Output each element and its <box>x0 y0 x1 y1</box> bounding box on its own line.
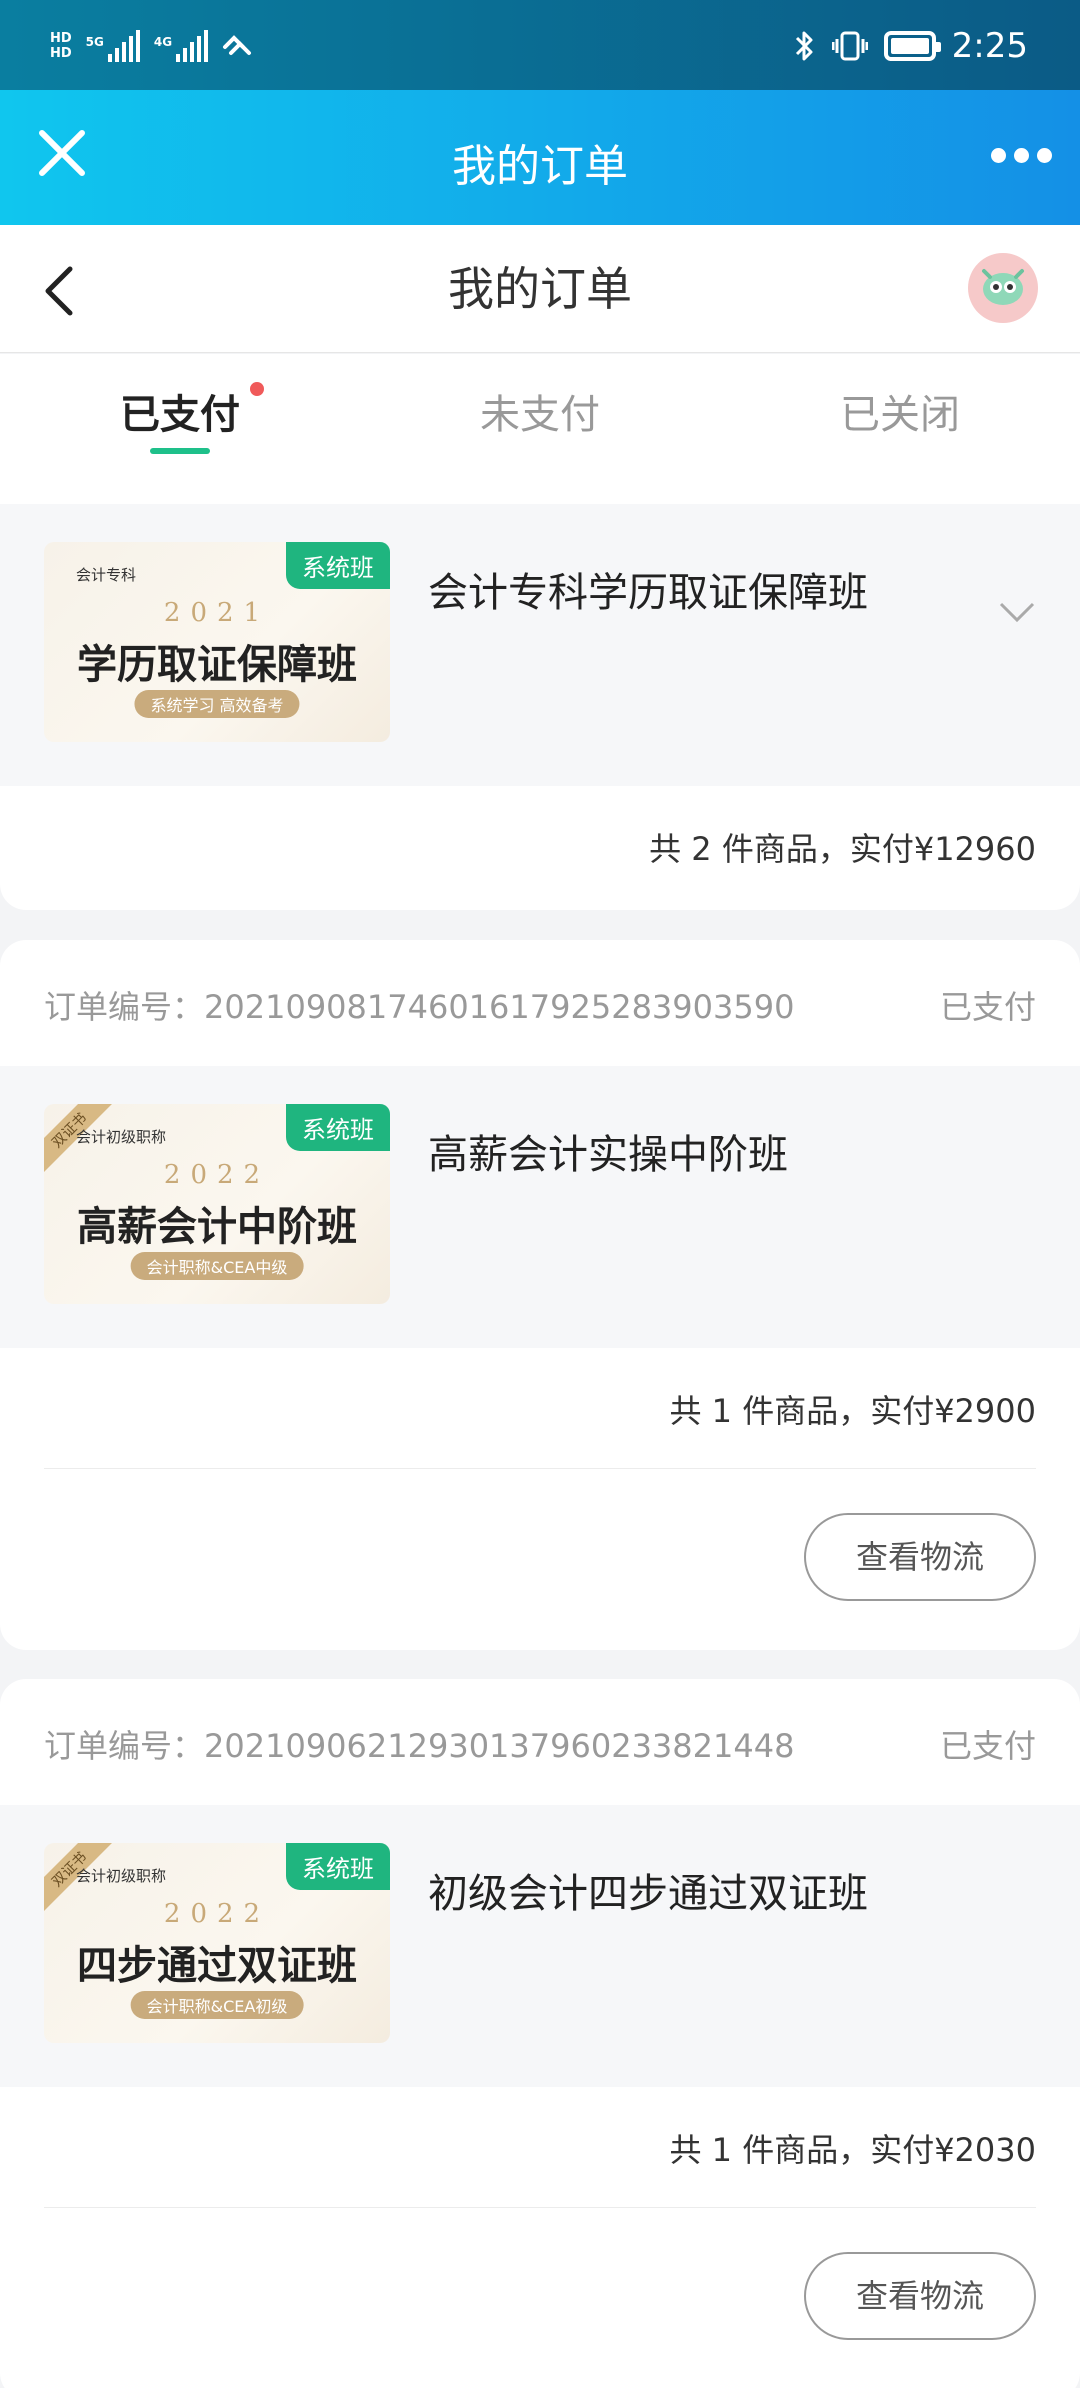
signal-bars-icon <box>107 30 140 62</box>
order-number: 订单编号：20210906212930137960233821448 <box>44 1721 794 1767</box>
order-card: 系统班 会计专科 2021 学历取证保障班 系统学习 高效备考 会计专科学历取证… <box>0 504 1080 910</box>
bluetooth-icon <box>795 31 813 61</box>
product-name: 初级会计四步通过双证班 <box>428 1871 868 1917</box>
view-logistics-button[interactable]: 查看物流 <box>804 2252 1036 2340</box>
product-name: 高薪会计实操中阶班 <box>428 1132 788 1178</box>
thumb-title: 学历取证保障班 <box>77 642 357 688</box>
order-summary-text: 共 2 件商品，实付¥12960 <box>649 830 1036 868</box>
clock: 2:25 <box>951 26 1028 66</box>
order-status-tabs: 已支付 未支付 已关闭 <box>0 354 1080 504</box>
active-tab-indicator <box>150 448 210 454</box>
class-type-tag: 系统班 <box>286 1843 390 1890</box>
signal-4g: 4G <box>153 30 209 62</box>
thumb-year: 2022 <box>163 1899 271 1929</box>
page-title: 我的订单 <box>448 262 632 316</box>
thumb-title: 四步通过双证班 <box>77 1943 357 1989</box>
order-header: 订单编号：20210908174601617925283903590 已支付 <box>0 940 1080 1066</box>
order-summary-text: 共 1 件商品，实付¥2900 <box>669 1392 1036 1430</box>
order-summary: 共 2 件商品，实付¥12960 <box>0 786 1080 906</box>
tab-closed-label: 已关闭 <box>840 392 960 438</box>
network-5g-label: 5G <box>85 35 104 49</box>
order-summary: 共 1 件商品，实付¥2030 <box>0 2087 1080 2207</box>
mascot-icon <box>982 269 1024 305</box>
order-number-label: 订单编号： <box>44 1727 205 1765</box>
tab-unpaid[interactable]: 未支付 <box>360 354 720 504</box>
order-summary-text: 共 1 件商品，实付¥2030 <box>669 2131 1036 2169</box>
product-thumbnail: 双证书 系统班 会计初级职称 2022 高薪会计中阶班 会计职称&CEA中级 <box>44 1104 390 1304</box>
more-icon[interactable] <box>991 148 1052 163</box>
thumb-pill: 会计职称&CEA初级 <box>130 1991 304 2019</box>
product-name: 会计专科学历取证保障班 <box>428 570 868 616</box>
class-type-tag: 系统班 <box>286 542 390 589</box>
hd-indicator: HD HD <box>50 31 72 61</box>
tab-paid-label: 已支付 <box>120 392 240 438</box>
status-bar: HD HD 5G 4G 2:25 <box>0 0 1080 90</box>
product-thumbnail: 双证书 系统班 会计初级职称 2022 四步通过双证班 会计职称&CEA初级 <box>44 1843 390 2043</box>
view-logistics-button[interactable]: 查看物流 <box>804 1513 1036 1601</box>
thumb-category-label: 会计初级职称 <box>76 1128 167 1146</box>
wifi-icon <box>223 35 252 55</box>
order-status: 已支付 <box>939 988 1036 1026</box>
nav-header: 我的订单 <box>0 225 1080 353</box>
signal-5g: 5G <box>86 30 140 62</box>
thumb-pill: 系统学习 高效备考 <box>134 690 300 718</box>
order-summary: 共 1 件商品，实付¥2900 <box>0 1348 1080 1468</box>
order-status: 已支付 <box>939 1727 1036 1765</box>
thumb-category-label: 会计初级职称 <box>76 1867 167 1885</box>
avatar[interactable] <box>968 253 1038 323</box>
order-card: 订单编号：20210908174601617925283903590 已支付 双… <box>0 940 1080 1650</box>
order-actions: 查看物流 <box>0 2208 1080 2380</box>
chevron-down-icon[interactable] <box>998 600 1036 624</box>
battery-icon <box>883 31 941 61</box>
status-left: HD HD 5G 4G <box>50 30 252 62</box>
tab-paid[interactable]: 已支付 <box>0 354 360 504</box>
thumb-title: 高薪会计中阶班 <box>77 1204 357 1250</box>
order-card: 订单编号：20210906212930137960233821448 已支付 双… <box>0 1679 1080 2388</box>
signal-bars-icon <box>176 30 209 62</box>
tab-closed[interactable]: 已关闭 <box>720 354 1080 504</box>
order-actions: 查看物流 <box>0 1469 1080 1641</box>
order-number-value: 20210908174601617925283903590 <box>204 988 795 1026</box>
order-number-value: 20210906212930137960233821448 <box>204 1727 795 1765</box>
order-number-label: 订单编号： <box>44 988 205 1026</box>
hd-label-1: HD <box>50 31 72 46</box>
network-4g-label: 4G <box>153 35 173 49</box>
class-type-tag: 系统班 <box>286 1104 390 1151</box>
order-item[interactable]: 双证书 系统班 会计初级职称 2022 高薪会计中阶班 会计职称&CEA中级 高… <box>0 1066 1080 1348</box>
thumb-year: 2022 <box>163 1160 271 1190</box>
thumb-year: 2021 <box>163 598 271 628</box>
thumb-category-label: 会计专科 <box>76 566 137 584</box>
thumb-pill: 会计职称&CEA中级 <box>130 1252 304 1280</box>
tab-unpaid-label: 未支付 <box>480 392 600 438</box>
order-item[interactable]: 双证书 系统班 会计初级职称 2022 四步通过双证班 会计职称&CEA初级 初… <box>0 1805 1080 2087</box>
app-title: 我的订单 <box>452 141 628 192</box>
hd-label-2: HD <box>50 46 72 61</box>
order-number: 订单编号：20210908174601617925283903590 <box>44 982 794 1028</box>
order-item[interactable]: 系统班 会计专科 2021 学历取证保障班 系统学习 高效备考 会计专科学历取证… <box>0 504 1080 786</box>
vibrate-icon <box>831 31 868 61</box>
product-thumbnail: 系统班 会计专科 2021 学历取证保障班 系统学习 高效备考 <box>44 542 390 742</box>
app-title-bar: 我的订单 <box>0 90 1080 225</box>
status-right: 2:25 <box>794 26 1028 66</box>
notification-dot <box>250 382 264 396</box>
order-header: 订单编号：20210906212930137960233821448 已支付 <box>0 1679 1080 1805</box>
